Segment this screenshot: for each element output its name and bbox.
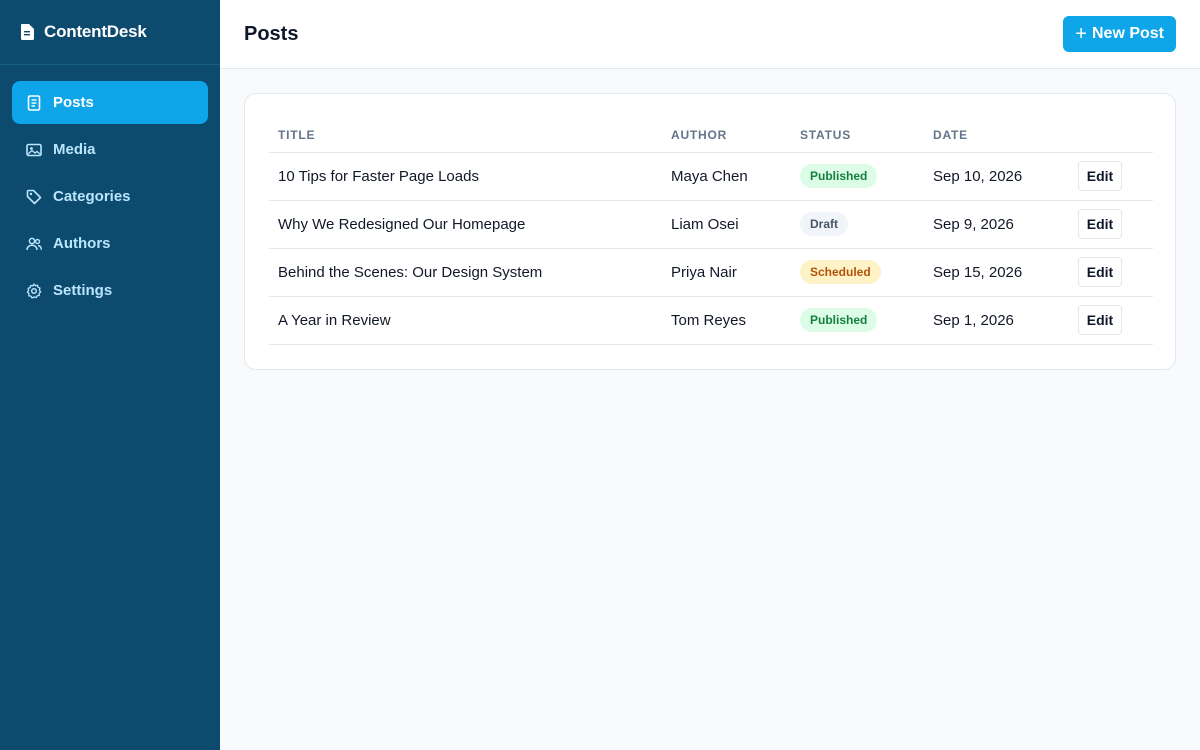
post-title: Why We Redesigned Our Homepage bbox=[269, 200, 662, 249]
sidebar-item-label: Categories bbox=[53, 188, 131, 205]
status-cell: Scheduled bbox=[791, 248, 924, 297]
image-icon bbox=[26, 142, 42, 158]
post-author: Tom Reyes bbox=[662, 296, 791, 345]
sidebar-item-label: Authors bbox=[53, 235, 111, 252]
edit-button[interactable]: Edit bbox=[1078, 161, 1122, 191]
plus-icon: + bbox=[1075, 23, 1087, 45]
topbar: Posts + New Post bbox=[220, 0, 1200, 69]
actions-cell: Edit bbox=[1069, 248, 1153, 297]
app-name: ContentDesk bbox=[44, 22, 147, 41]
sidebar-item-settings[interactable]: Settings bbox=[12, 269, 208, 312]
column-header-author[interactable]: AUTHOR bbox=[662, 118, 791, 153]
sidebar-item-media[interactable]: Media bbox=[12, 128, 208, 171]
posts-card: TITLE AUTHOR STATUS DATE 10 Tips for Fas… bbox=[244, 93, 1176, 370]
page-title: Posts bbox=[244, 22, 299, 45]
new-post-label: New Post bbox=[1091, 25, 1164, 42]
sidebar-item-authors[interactable]: Authors bbox=[12, 222, 208, 265]
status-badge: Scheduled bbox=[800, 260, 881, 284]
sidebar-nav: Posts Media Categories Authors Settings bbox=[0, 65, 220, 312]
sidebar-item-label: Settings bbox=[53, 282, 113, 299]
table-row: Why We Redesigned Our Homepage Liam Osei… bbox=[269, 200, 1153, 249]
sidebar-item-posts[interactable]: Posts bbox=[12, 81, 208, 124]
actions-cell: Edit bbox=[1069, 296, 1153, 345]
status-badge: Published bbox=[800, 308, 878, 332]
status-badge: Draft bbox=[800, 212, 849, 236]
sidebar-item-label: Posts bbox=[53, 94, 94, 111]
status-cell: Draft bbox=[791, 200, 924, 249]
post-date: Sep 10, 2026 bbox=[924, 152, 1069, 201]
post-author: Maya Chen bbox=[662, 152, 791, 201]
post-date: Sep 15, 2026 bbox=[924, 248, 1069, 297]
status-cell: Published bbox=[791, 152, 924, 201]
column-header-date[interactable]: DATE bbox=[924, 118, 1069, 153]
post-author: Liam Osei bbox=[662, 200, 791, 249]
table-row: A Year in Review Tom Reyes Published Sep… bbox=[269, 296, 1153, 345]
document-icon bbox=[26, 94, 42, 111]
sidebar: ContentDesk Posts Media Categories Autho… bbox=[0, 0, 220, 750]
table-header-row: TITLE AUTHOR STATUS DATE bbox=[269, 118, 1153, 153]
post-date: Sep 1, 2026 bbox=[924, 296, 1069, 345]
actions-cell: Edit bbox=[1069, 200, 1153, 249]
table-row: Behind the Scenes: Our Design System Pri… bbox=[269, 248, 1153, 297]
new-post-button[interactable]: + New Post bbox=[1063, 16, 1176, 52]
gear-icon bbox=[26, 282, 42, 299]
status-cell: Published bbox=[791, 296, 924, 345]
edit-button[interactable]: Edit bbox=[1078, 257, 1122, 287]
sidebar-item-categories[interactable]: Categories bbox=[12, 175, 208, 218]
post-author: Priya Nair bbox=[662, 248, 791, 297]
edit-button[interactable]: Edit bbox=[1078, 209, 1122, 239]
users-icon bbox=[26, 236, 42, 252]
post-title: Behind the Scenes: Our Design System bbox=[269, 248, 662, 297]
status-badge: Published bbox=[800, 164, 878, 188]
column-header-title[interactable]: TITLE bbox=[269, 118, 662, 153]
post-date: Sep 9, 2026 bbox=[924, 200, 1069, 249]
edit-button[interactable]: Edit bbox=[1078, 305, 1122, 335]
sidebar-item-label: Media bbox=[53, 141, 96, 158]
column-header-status[interactable]: STATUS bbox=[791, 118, 924, 153]
table-row: 10 Tips for Faster Page Loads Maya Chen … bbox=[269, 152, 1153, 201]
column-header-actions bbox=[1069, 118, 1153, 153]
main-area: Posts + New Post TITLE AUTHOR STATUS DAT… bbox=[220, 0, 1200, 750]
post-title: A Year in Review bbox=[269, 296, 662, 345]
document-icon bbox=[20, 24, 34, 40]
tag-icon bbox=[26, 189, 42, 205]
brand: ContentDesk bbox=[0, 0, 220, 65]
actions-cell: Edit bbox=[1069, 152, 1153, 201]
posts-table: TITLE AUTHOR STATUS DATE 10 Tips for Fas… bbox=[269, 118, 1153, 345]
post-title: 10 Tips for Faster Page Loads bbox=[269, 152, 662, 201]
